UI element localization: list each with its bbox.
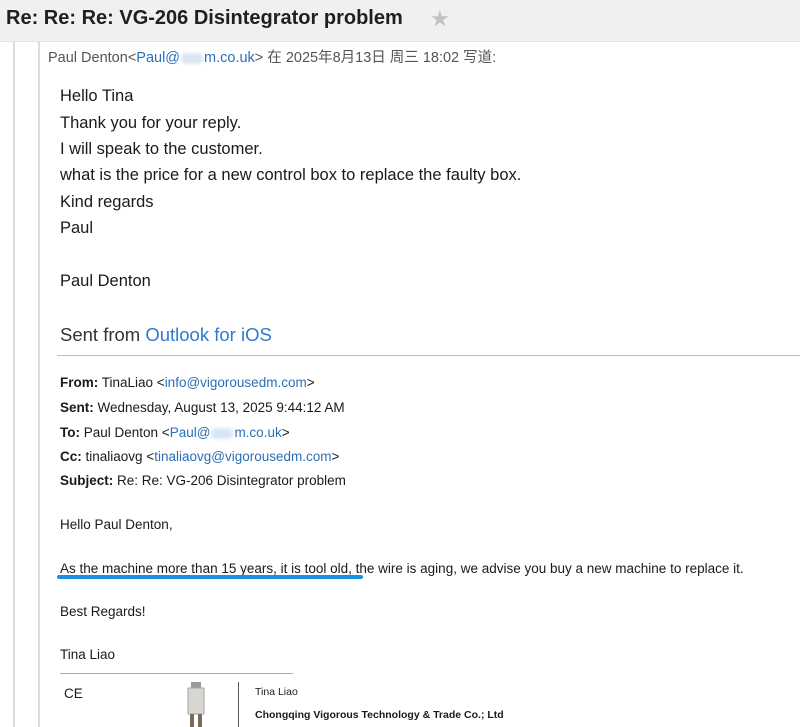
outlook-ios-link[interactable]: Outlook for iOS [145, 324, 271, 345]
forward-subject: Subject: Re: Re: VG-206 Disintegrator pr… [60, 473, 346, 488]
reply-closing: Best Regards! [60, 604, 146, 619]
highlight-underline [57, 575, 363, 579]
ce-mark: CE [64, 686, 83, 701]
redacted-mark [181, 52, 204, 64]
body-line: Thank you for your reply. [60, 114, 242, 132]
body-line: I will speak to the customer. [60, 140, 263, 158]
body-line: Paul Denton [60, 272, 151, 290]
reply-greeting: Hello Paul Denton, [60, 517, 173, 532]
subject-bar: Re: Re: Re: VG-206 Disintegrator problem… [0, 0, 800, 42]
body-line: Kind regards [60, 193, 154, 211]
signature-separator [238, 682, 239, 727]
body-line: what is the price for a new control box … [60, 166, 522, 184]
reply-message: As the machine more than 15 years, it is… [60, 561, 744, 576]
forward-sent: Sent: Wednesday, August 13, 2025 9:44:12… [60, 400, 345, 415]
quote-sender-email[interactable]: Paul@ m.co.uk [136, 50, 255, 66]
quote-date: 在 2025年8月13日 周三 18:02 写道: [263, 50, 497, 66]
signature-company: Chongqing Vigorous Technology & Trade Co… [255, 709, 504, 721]
redacted-mark [211, 427, 234, 439]
sent-from: Sent from Outlook for iOS [60, 324, 272, 345]
from-email-link[interactable]: info@vigorousedm.com [165, 375, 307, 390]
forward-from: From: TinaLiao <info@vigorousedm.com> [60, 375, 315, 390]
email-subject: Re: Re: Re: VG-206 Disintegrator problem [6, 7, 403, 29]
divider [57, 355, 800, 356]
quote-sender-name: Paul Denton [48, 50, 128, 66]
forward-to: To: Paul Denton <Paul@ m.co.uk> [60, 425, 290, 440]
to-email-link[interactable]: Paul@ m.co.uk [170, 425, 282, 440]
quote-header: Paul Denton<Paul@ m.co.uk> 在 2025年8月13日 周… [48, 50, 497, 66]
body-line: Hello Tina [60, 87, 134, 105]
forward-cc: Cc: tinaliaovg <tinaliaovg@vigorousedm.c… [60, 449, 340, 464]
product-image [187, 682, 205, 727]
cc-email-link[interactable]: tinaliaovg@vigorousedm.com [154, 449, 331, 464]
signature-name: Tina Liao [255, 686, 298, 698]
reply-signature-name: Tina Liao [60, 647, 116, 662]
star-icon[interactable]: ★ [430, 6, 450, 32]
body-line: Paul [60, 219, 94, 237]
signature-divider [60, 673, 293, 674]
